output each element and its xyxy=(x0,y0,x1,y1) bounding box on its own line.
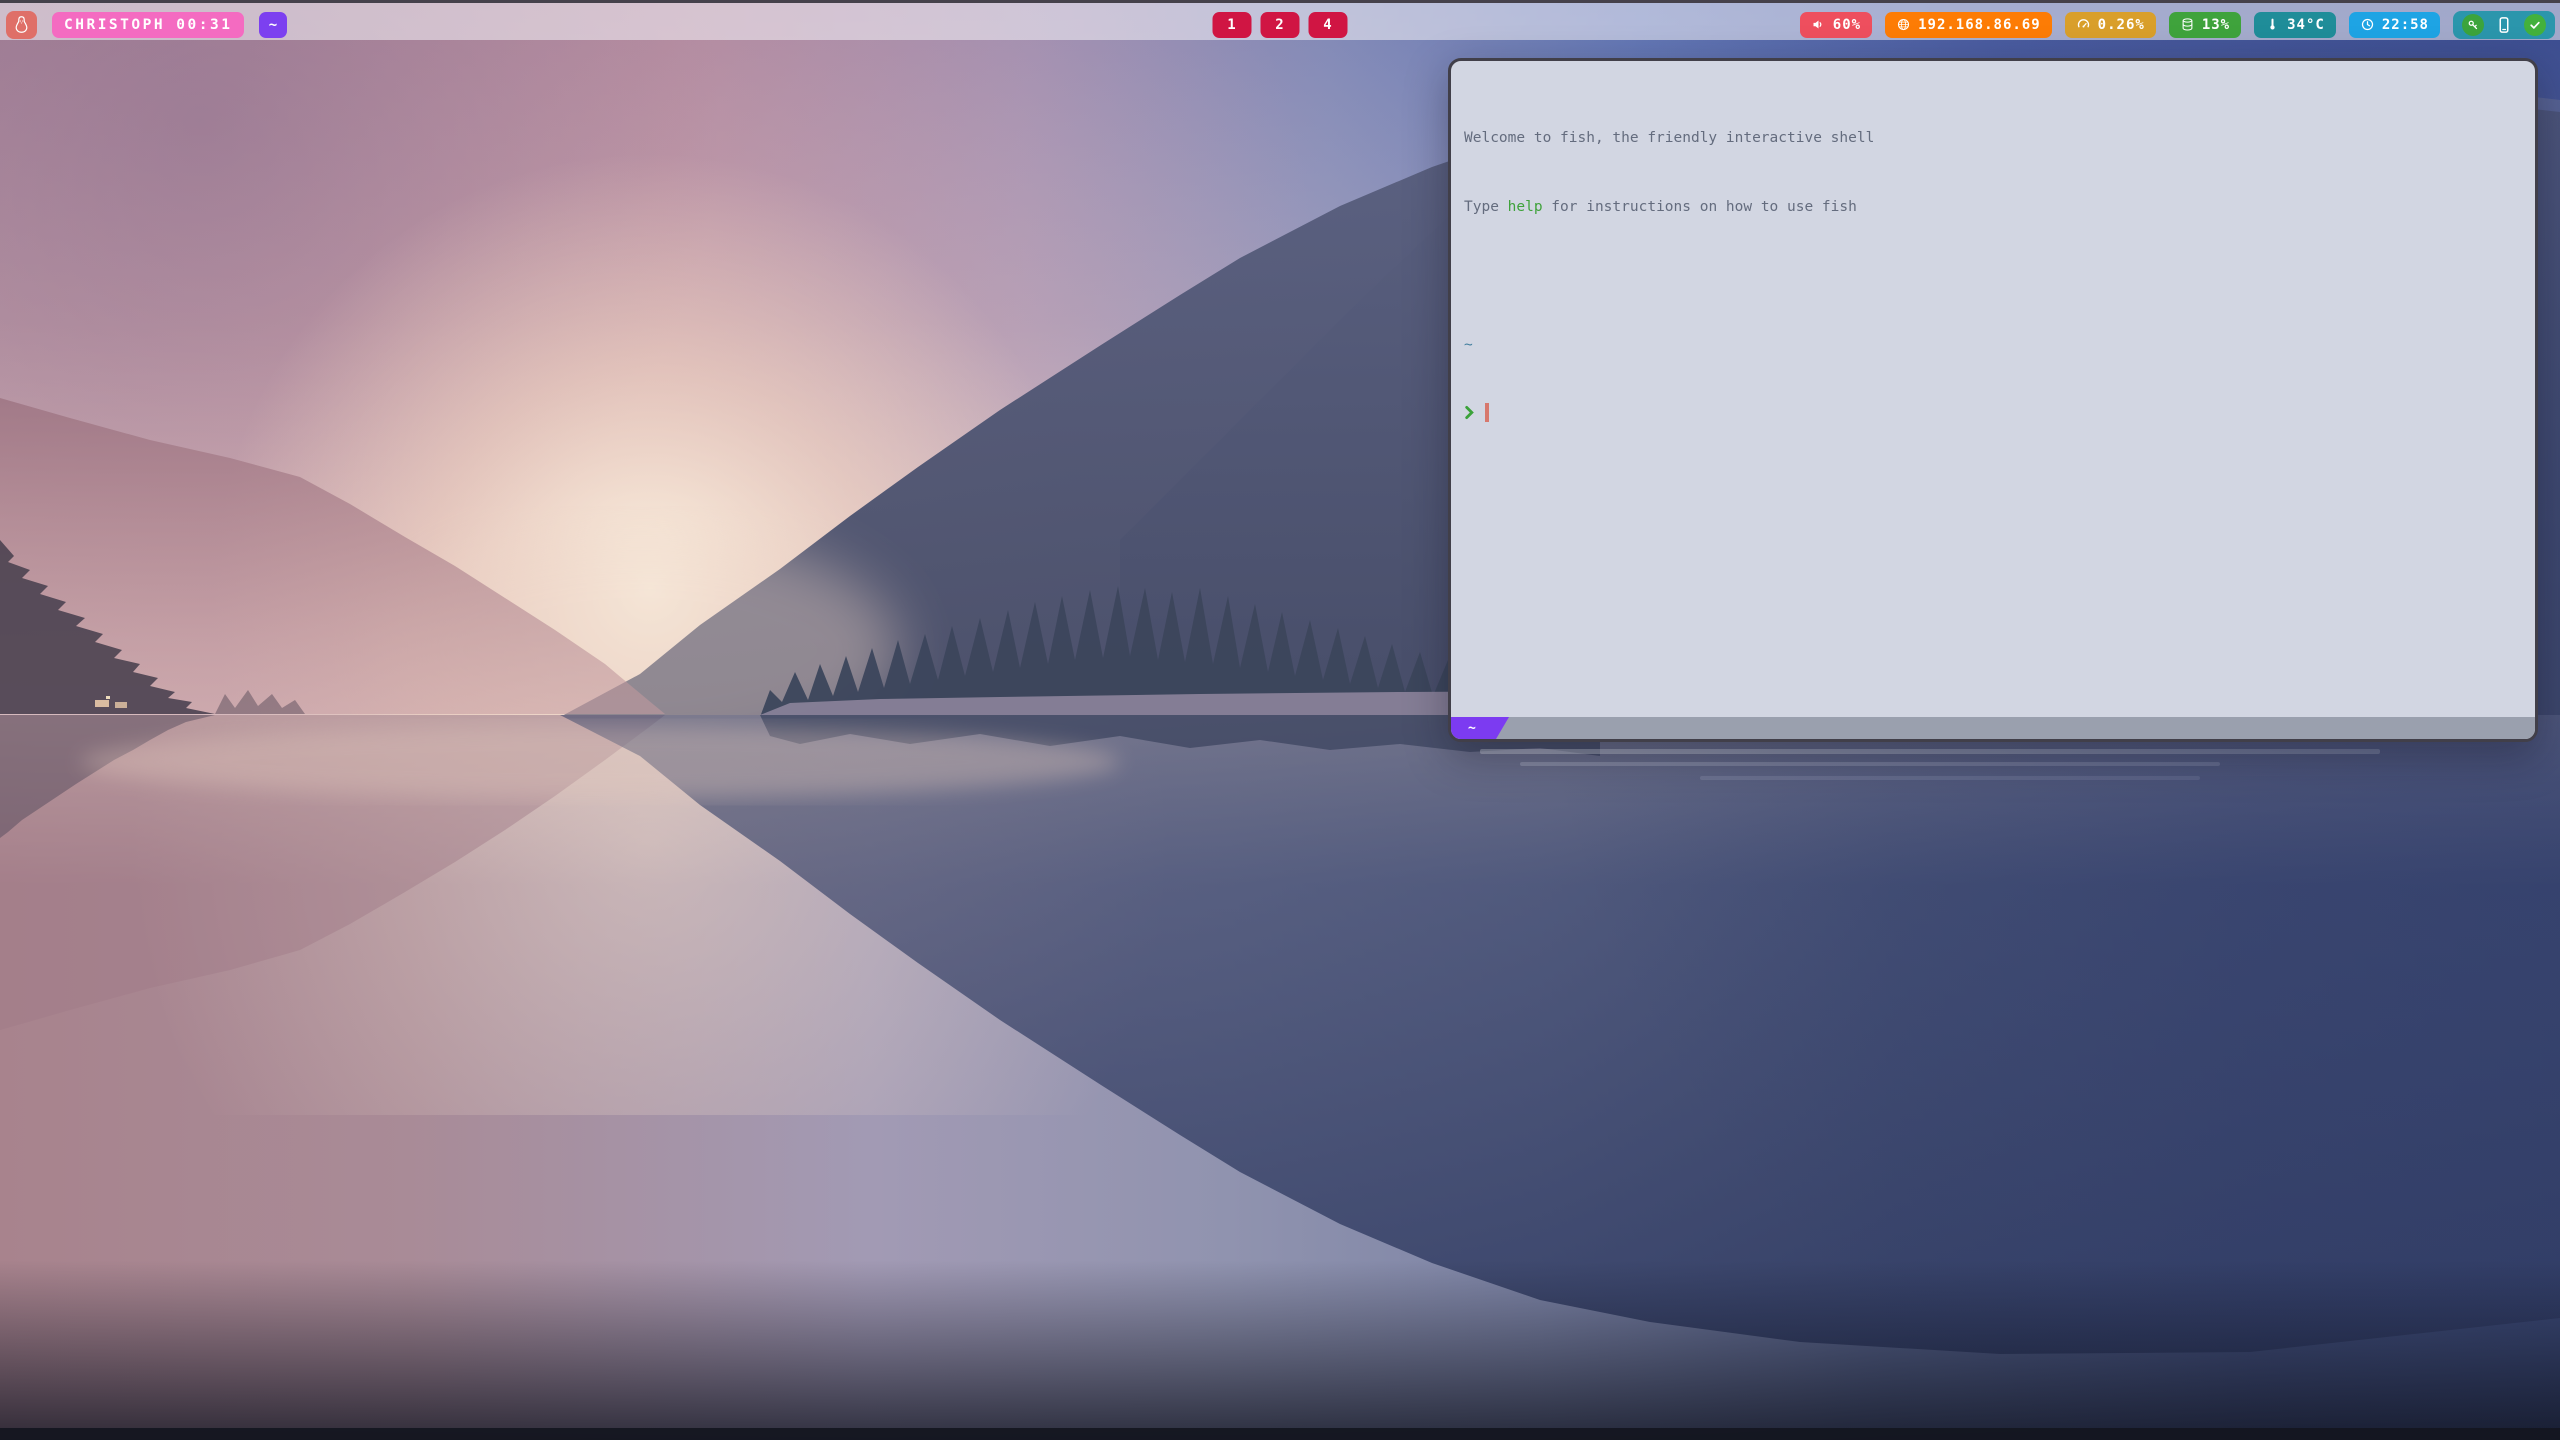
ip-address-label: 192.168.86.69 xyxy=(1918,17,2041,33)
thermometer-icon xyxy=(2265,17,2280,32)
shell-layout-badge[interactable]: ~ xyxy=(259,12,287,38)
bottom-edge xyxy=(0,1428,2560,1440)
water-deep-shade xyxy=(0,1260,2560,1440)
workspace-button-4[interactable]: 4 xyxy=(1309,12,1348,38)
desktop: CHRISTOPH 00:31 ~ 1 2 4 60% xyxy=(0,0,2560,1440)
check-icon[interactable] xyxy=(2524,14,2546,36)
clock-label: 22:58 xyxy=(2382,17,2429,33)
launcher-button[interactable] xyxy=(6,11,37,39)
database-icon xyxy=(2180,17,2195,32)
prompt-line[interactable] xyxy=(1464,403,2519,426)
workspace-label: 1 xyxy=(1227,17,1236,33)
bar-right-group: 60% 192.168.86.69 0.26% xyxy=(1800,6,2555,43)
gauge-icon xyxy=(2076,17,2091,32)
workspace-button-1[interactable]: 1 xyxy=(1213,12,1252,38)
fish-greeting-line2: Type help for instructions on how to use… xyxy=(1464,196,2519,219)
user-time-badge: CHRISTOPH 00:31 xyxy=(52,12,244,38)
volume-label: 60% xyxy=(1833,17,1861,33)
temperature-label: 34°C xyxy=(2287,17,2325,33)
keepassxc-key-icon[interactable] xyxy=(2462,14,2484,36)
globe-icon xyxy=(1896,17,1911,32)
status-bar: CHRISTOPH 00:31 ~ 1 2 4 60% xyxy=(0,0,2560,40)
bar-left-group: CHRISTOPH 00:31 ~ xyxy=(6,6,287,43)
volume-module[interactable]: 60% xyxy=(1800,12,1872,38)
fish-greeting-line1: Welcome to fish, the friendly interactiv… xyxy=(1464,127,2519,150)
layout-indicator-label: ~ xyxy=(269,17,278,33)
terminal-window[interactable]: Welcome to fish, the friendly interactiv… xyxy=(1448,58,2538,742)
user-time-label: CHRISTOPH 00:31 xyxy=(64,17,232,33)
network-module[interactable]: 192.168.86.69 xyxy=(1885,12,2052,38)
blank-line xyxy=(1464,265,2519,288)
prompt-path: ~ xyxy=(1464,337,1473,353)
cpu-load-label: 0.26% xyxy=(2098,17,2145,33)
speaker-icon xyxy=(1811,17,1826,32)
memory-module[interactable]: 13% xyxy=(2169,12,2241,38)
memory-label: 13% xyxy=(2202,17,2230,33)
prompt-chevron-icon xyxy=(1464,405,1475,420)
temperature-module[interactable]: 34°C xyxy=(2254,12,2336,38)
tux-icon xyxy=(12,15,31,34)
tab-label: ~ xyxy=(1468,721,1476,736)
clock-icon xyxy=(2360,17,2375,32)
help-command-text: help xyxy=(1508,199,1543,215)
prompt-path-line: ~ xyxy=(1464,334,2519,357)
workspace-button-2[interactable]: 2 xyxy=(1261,12,1300,38)
system-tray xyxy=(2453,11,2555,39)
phone-icon[interactable] xyxy=(2493,14,2515,36)
workspace-label: 2 xyxy=(1275,17,1284,33)
cpu-load-module[interactable]: 0.26% xyxy=(2065,12,2156,38)
workspace-group: 1 2 4 xyxy=(1213,6,1348,43)
workspace-label: 4 xyxy=(1323,17,1332,33)
text-cursor xyxy=(1485,403,1489,422)
terminal-tab-home[interactable]: ~ xyxy=(1451,717,1509,739)
terminal-output[interactable]: Welcome to fish, the friendly interactiv… xyxy=(1451,61,2535,717)
terminal-tab-bar: ~ xyxy=(1451,717,2535,739)
clock-module[interactable]: 22:58 xyxy=(2349,12,2440,38)
